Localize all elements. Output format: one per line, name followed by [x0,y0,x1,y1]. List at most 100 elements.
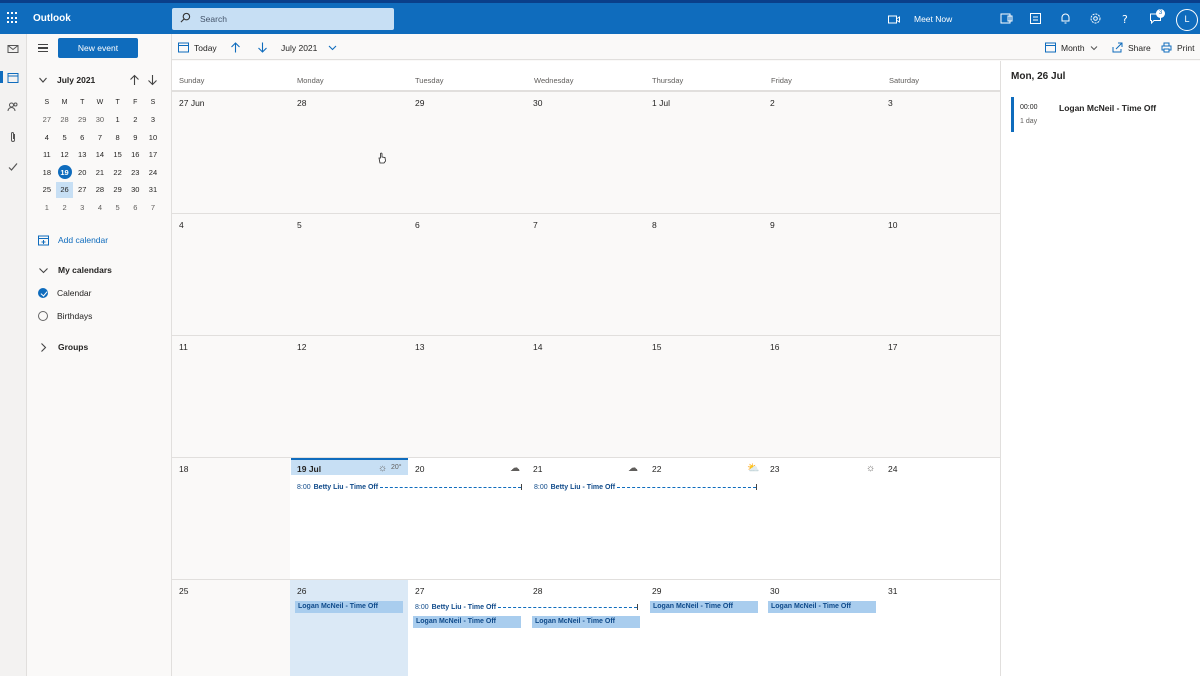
groups-toggle[interactable]: Groups [38,340,88,354]
day-cell-today[interactable]: 19 Jul ☼ 20° [290,458,408,579]
day-cell[interactable]: 8 [645,214,763,335]
mini-day[interactable]: 8 [109,130,127,146]
day-cell[interactable]: 27 Jun [172,92,290,213]
attachment-icon[interactable] [7,131,19,143]
today-button[interactable]: Today [178,41,217,54]
event-logan-mcneil[interactable]: Logan McNeil - Time Off [532,616,640,628]
day-cell[interactable]: 6 [408,214,526,335]
day-cell[interactable]: 13 [408,336,526,457]
day-cell[interactable]: 24 [881,458,1000,579]
print-button[interactable]: Print [1161,41,1194,54]
mini-day[interactable]: 3 [73,200,91,216]
day-cell[interactable]: 28 [526,580,645,676]
event-logan-mcneil[interactable]: Logan McNeil - Time Off [413,616,521,628]
day-cell[interactable]: 22 ⛅ [645,458,763,579]
detail-event[interactable]: 00:00 1 day Logan McNeil - Time Off [1011,97,1193,132]
day-cell[interactable]: 30 [526,92,645,213]
mini-day[interactable]: 20 [73,165,91,181]
mini-day[interactable]: 6 [73,130,91,146]
menu-icon[interactable] [38,44,48,52]
mini-day[interactable]: 5 [109,200,127,216]
event-betty-liu[interactable]: 8:00 Betty Liu - Time Off [534,481,757,493]
mini-day[interactable]: 10 [144,130,162,146]
mini-day[interactable]: 9 [126,130,144,146]
chevron-down-icon[interactable] [38,75,48,85]
day-cell[interactable]: 3 [881,92,1000,213]
checked-circle-icon[interactable] [38,288,48,298]
my-day-icon[interactable] [1029,12,1042,25]
day-cell[interactable]: 5 [290,214,408,335]
day-cell[interactable]: 30 [763,580,881,676]
mini-day[interactable]: 22 [109,165,127,181]
day-cell[interactable]: 11 [172,336,290,457]
mail-icon[interactable] [7,43,19,55]
mini-day[interactable]: 27 [73,182,91,198]
add-calendar-link[interactable]: Add calendar [38,233,108,247]
arrow-down-icon[interactable] [257,41,268,54]
day-cell[interactable]: 23 ☼ [763,458,881,579]
my-calendars-toggle[interactable]: My calendars [38,263,112,277]
calendar-icon[interactable] [7,72,19,84]
arrow-down-icon[interactable] [147,74,158,86]
mini-day-today[interactable]: 19 [56,164,74,181]
mini-day[interactable]: 12 [56,147,74,163]
day-cell[interactable]: 15 [645,336,763,457]
mini-day[interactable]: 28 [56,112,74,128]
mini-day-selected[interactable]: 26 [55,182,74,199]
mini-day[interactable]: 2 [126,112,144,128]
mini-calendar-month[interactable]: July 2021 [57,75,95,85]
day-cell[interactable]: 12 [290,336,408,457]
event-logan-mcneil[interactable]: Logan McNeil - Time Off [768,601,876,613]
mini-day[interactable]: 30 [126,182,144,198]
mini-day[interactable]: 28 [91,182,109,198]
mini-day[interactable]: 1 [38,200,56,216]
mini-day[interactable]: 16 [126,147,144,163]
mini-day[interactable]: 4 [91,200,109,216]
mini-day[interactable]: 7 [91,130,109,146]
event-logan-mcneil[interactable]: Logan McNeil - Time Off [650,601,758,613]
share-button[interactable]: Share [1112,41,1151,54]
mini-day[interactable]: 23 [126,165,144,181]
mini-day[interactable]: 4 [38,130,56,146]
mini-day[interactable]: 2 [56,200,74,216]
mini-day[interactable]: 21 [91,165,109,181]
day-cell[interactable]: 14 [526,336,645,457]
teams-icon[interactable] [1000,12,1013,25]
mini-day[interactable]: 25 [38,182,56,198]
event-betty-liu[interactable]: 8:00 Betty Liu - Time Off [415,601,638,613]
day-cell[interactable]: 10 [881,214,1000,335]
day-cell[interactable]: 17 [881,336,1000,457]
search-box[interactable]: Search [172,8,394,30]
mini-day[interactable]: 1 [109,112,127,128]
day-cell[interactable]: 4 [172,214,290,335]
day-cell[interactable]: 2 [763,92,881,213]
gear-icon[interactable] [1089,12,1102,25]
calendar-item-birthdays[interactable]: Birthdays [38,309,92,323]
day-cell[interactable]: 18 [172,458,290,579]
meet-now-button[interactable]: Meet Now [888,11,952,27]
mini-day[interactable]: 27 [38,112,56,128]
event-betty-liu[interactable]: 8:00 Betty Liu - Time Off [297,481,522,493]
day-cell[interactable]: 20 ☁ [408,458,526,579]
unchecked-circle-icon[interactable] [38,311,48,321]
help-icon[interactable]: ? [1119,12,1132,25]
day-cell[interactable]: 25 [172,580,290,676]
mini-day[interactable]: 7 [144,200,162,216]
mini-day[interactable]: 29 [109,182,127,198]
event-logan-mcneil[interactable]: Logan McNeil - Time Off [295,601,403,613]
day-cell[interactable]: 29 [408,92,526,213]
mini-day[interactable]: 17 [144,147,162,163]
avatar[interactable]: L [1176,9,1198,31]
bell-icon[interactable] [1059,12,1072,25]
mini-day[interactable]: 11 [38,147,56,163]
mini-day[interactable]: 6 [126,200,144,216]
day-cell[interactable]: 9 [763,214,881,335]
day-cell[interactable]: 31 [881,580,1000,676]
day-cell[interactable]: 21 ☁ [526,458,645,579]
app-name[interactable]: Outlook [33,13,71,24]
mini-day[interactable]: 3 [144,112,162,128]
day-cell[interactable]: 7 [526,214,645,335]
mini-day[interactable]: 5 [56,130,74,146]
mini-day[interactable]: 29 [73,112,91,128]
new-event-button[interactable]: New event [58,38,138,58]
